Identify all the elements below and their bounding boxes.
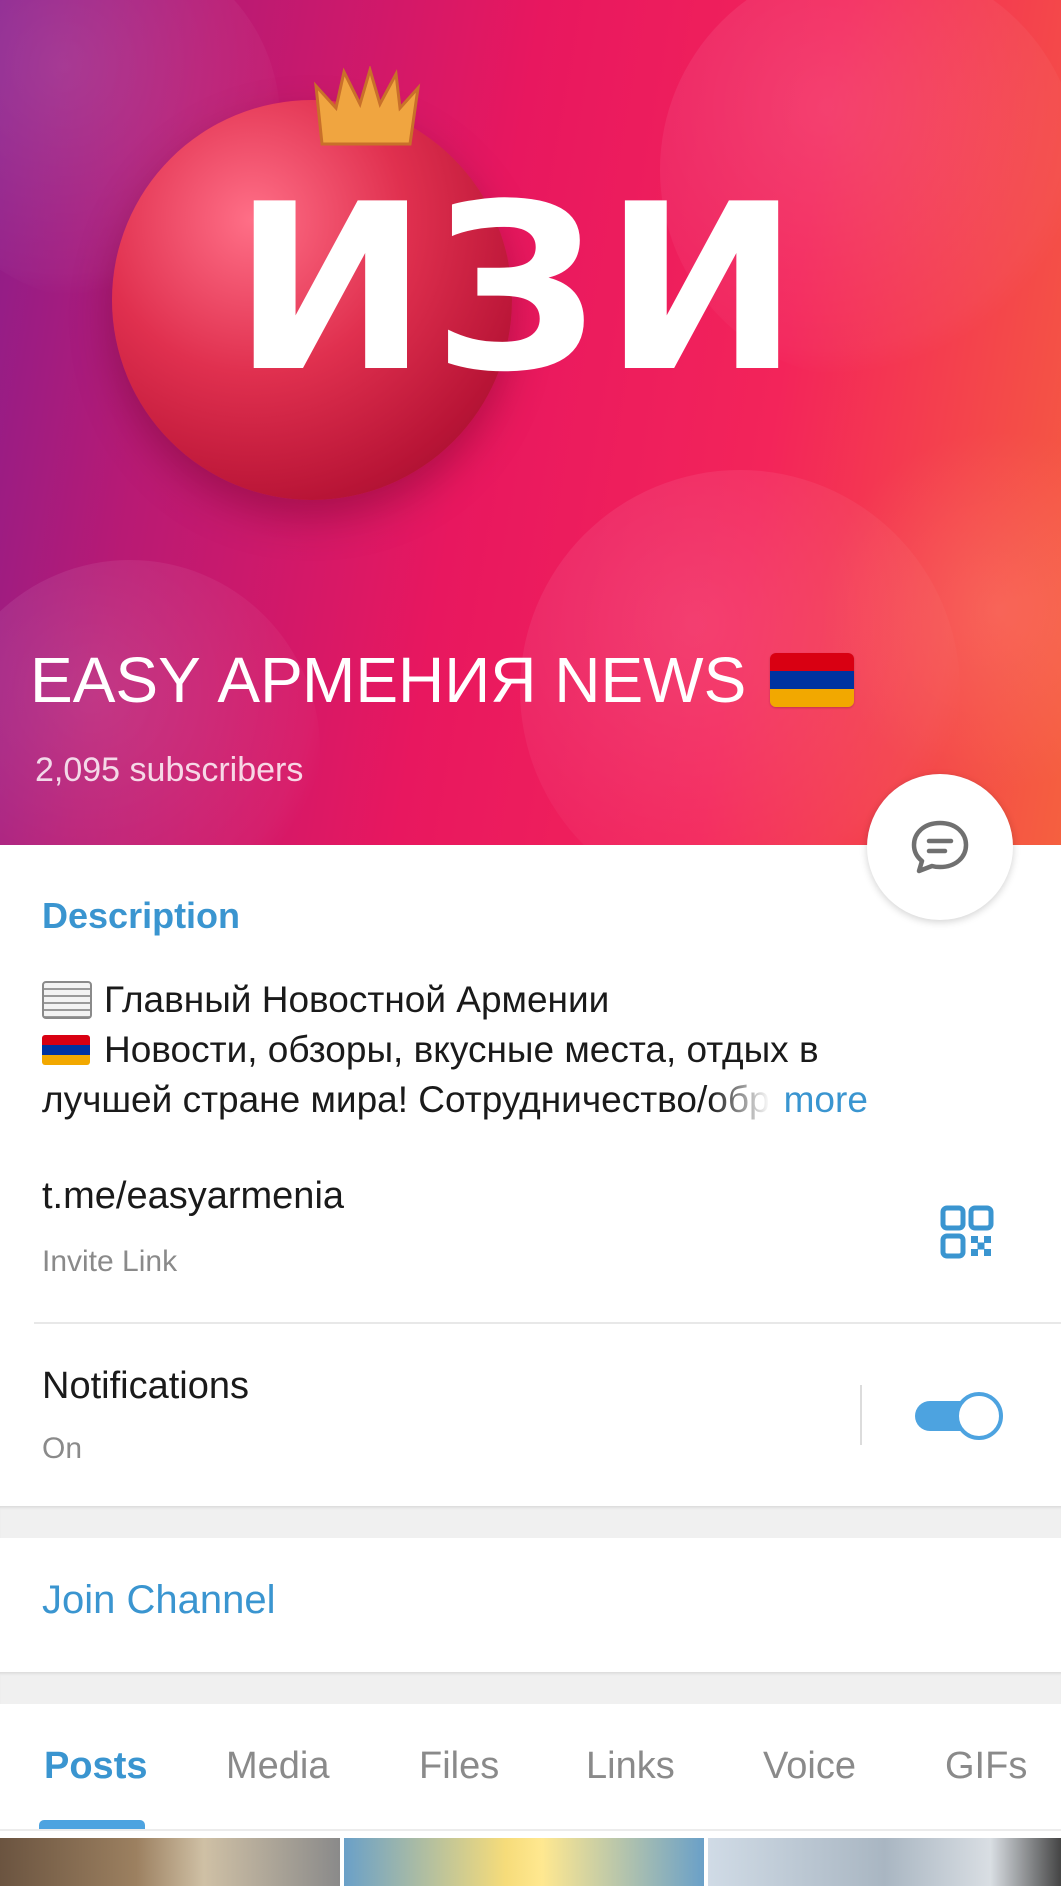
description-line-2: Новости, обзоры, вкусные места, отдых в [42,1025,1012,1075]
section-gap [0,1506,1061,1538]
tab-files[interactable]: Files [419,1745,499,1788]
description-line-1: Главный Новостной Армении [42,975,1012,1025]
description-line-3-text: лучшей стране мира! Сотрудничество/обр [42,1075,770,1125]
qr-code-icon[interactable] [940,1205,994,1259]
post-thumbnail[interactable] [0,1838,340,1886]
description-label: Description [42,895,241,936]
join-channel-button[interactable]: Join Channel [42,1578,276,1623]
subscriber-count: 2,095 subscribers [35,751,304,789]
channel-title: EASY АРМЕНИЯ NEWS [30,640,1010,720]
toggle-knob [955,1392,1003,1440]
description-line-1-text: Главный Новостной Армении [104,979,610,1020]
description-text: Главный Новостной Армении Новости, обзор… [42,975,1012,1125]
divider [34,1322,1061,1324]
tab-media[interactable]: Media [226,1745,330,1788]
notifications-toggle[interactable] [915,1390,1005,1442]
media-tabs: Posts Media Files Links Voice GIFs [0,1705,1061,1830]
channel-cover: ИЗИ EASY АРМЕНИЯ NEWS 2,095 subscribers [0,0,1061,845]
tab-posts[interactable]: Posts [44,1745,147,1788]
newspaper-icon [42,981,92,1019]
tab-links[interactable]: Links [586,1745,675,1788]
armenia-flag-icon [42,1035,90,1065]
description-line-2-text: Новости, обзоры, вкусные места, отдых в [104,1029,819,1070]
section-gap [0,1672,1061,1704]
post-thumbnail[interactable] [708,1838,1061,1886]
tabs-divider [0,1829,1061,1831]
armenia-flag-icon [770,653,855,707]
discuss-button[interactable] [867,774,1013,920]
vertical-separator [860,1385,862,1445]
description-line-3: лучшей стране мира! Сотрудничество/обр m… [42,1075,1012,1125]
post-thumbnail[interactable] [344,1838,704,1886]
chat-bubble-icon [911,820,969,874]
cover-logo-text: ИЗИ [232,156,804,423]
notifications-title[interactable]: Notifications [42,1365,249,1408]
invite-link[interactable]: t.me/easyarmenia [42,1175,344,1218]
tab-voice[interactable]: Voice [763,1745,856,1788]
channel-title-text: EASY АРМЕНИЯ NEWS [30,644,747,716]
tab-gifs[interactable]: GIFs [945,1745,1027,1788]
invite-link-caption: Invite Link [42,1245,178,1278]
more-link[interactable]: more [784,1075,868,1125]
notifications-status: On [42,1432,83,1465]
